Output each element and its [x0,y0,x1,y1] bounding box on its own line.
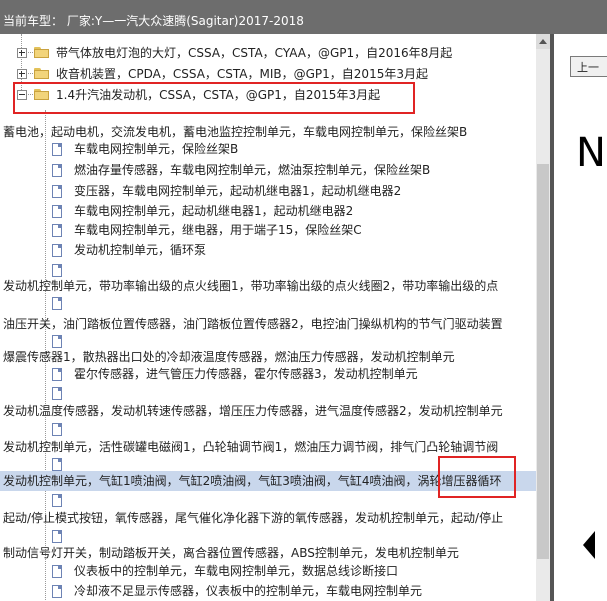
vertical-scrollbar[interactable] [536,34,550,601]
previous-page-label: 上一 [577,61,599,74]
tree-item-label: 霍尔传感器，进气管压力传感器，霍尔传感器3，发动机控制单元 [74,367,418,381]
document-icon [52,143,62,156]
pane-divider[interactable] [550,34,554,601]
diagram-tree[interactable]: 带气体放电灯泡的大灯，CSSA，CSTA，CYAA，@GP1，自2016年8月起… [0,34,536,601]
tree-item-label: 油压开关，油门踏板位置传感器，油门踏板位置传感器2，电控油门操纵机构的节气门驱动… [3,317,503,331]
scrollbar-thumb[interactable] [537,164,549,559]
tree-item-label: 变压器，车载电网控制单元，起动机继电器1，起动机继电器2 [74,184,402,198]
tree-item-label: 车载电网控制单元，继电器，用于端子15，保险丝架C [74,223,362,237]
preview-text: N [576,130,606,176]
document-icon [52,297,62,310]
document-icon [52,530,62,543]
folder-icon [34,47,49,58]
tree-item-label: 冷却液不足显示传感器，仪表板中的控制单元，车载电网控制单元 [74,584,423,598]
tree-item-label: 起动/停止模式按钮，氧传感器，尾气催化净化器下游的氧传感器，发动机控制单元，起动… [3,511,504,525]
folder-label: 收音机装置，CPDA，CSSA，CSTA，MIB，@GP1，自2015年3月起 [56,67,428,81]
highlight-box-turbocharger [438,456,516,498]
document-icon [52,205,62,218]
document-icon [52,185,62,198]
folder-label: 带气体放电灯泡的大灯，CSSA，CSTA，CYAA，@GP1，自2016年8月起 [56,46,453,60]
document-icon [52,585,62,598]
expand-icon[interactable] [17,48,27,58]
document-icon [52,164,62,177]
document-icon [52,494,62,507]
current-vehicle-label: 当前车型： 厂家:Y—一汽大众速腾(Sagitar)2017-2018 [3,14,304,28]
document-icon [52,244,62,257]
tree-item-label: 制动信号灯开关，制动踏板开关，离合器位置传感器，ABS控制单元，发电机控制单元 [3,546,459,560]
tree-item-label: 燃油存量传感器，车载电网控制单元，燃油泵控制单元，保险丝架B [74,163,431,177]
title-bar: 当前车型： 厂家:Y—一汽大众速腾(Sagitar)2017-2018 [0,0,607,34]
tree-item-label: 发动机温度传感器，发动机转速传感器，增压压力传感器，进气温度传感器2，发动机控制… [3,404,503,418]
tree-item-label: 发动机控制单元，气缸1喷油阀，气缸2喷油阀，气缸3喷油阀，气缸4喷油阀，涡轮增压… [3,474,502,488]
tree-item-label: 车载电网控制单元，保险丝架B [74,142,239,156]
highlight-box-engine-folder [13,82,415,114]
tree-item-label: 发动机控制单元，循环泵 [74,243,207,257]
document-icon [52,368,62,381]
folder-icon [34,68,49,79]
arrow-left-icon[interactable] [583,531,595,559]
previous-page-button[interactable]: 上一 [570,56,607,77]
tree-item-label: 发动机控制单元，带功率输出级的点火线圈1，带功率输出级的点火线圈2，带功率输出级… [3,279,499,293]
document-icon [52,224,62,237]
scroll-up-icon[interactable] [536,34,550,49]
document-icon [52,423,62,436]
diagram-preview-pane: 上一 N [550,34,607,601]
tree-folder-row[interactable]: 带气体放电灯泡的大灯，CSSA，CSTA，CYAA，@GP1，自2016年8月起 [0,43,536,63]
tree-folder-row[interactable]: 收音机装置，CPDA，CSSA，CSTA，MIB，@GP1，自2015年3月起 [0,64,536,84]
document-icon [52,387,62,400]
tree-item-label: 车载电网控制单元，起动机继电器1，起动机继电器2 [74,204,354,218]
tree-item-label: 仪表板中的控制单元，车载电网控制单元，数据总线诊断接口 [74,564,399,578]
tree-item-label: 发动机控制单元，活性碳罐电磁阀1，凸轮轴调节阀1，燃油压力调节阀，排气门凸轮轴调… [3,440,499,454]
document-icon [52,458,62,471]
document-icon [52,565,62,578]
expand-icon[interactable] [17,69,27,79]
